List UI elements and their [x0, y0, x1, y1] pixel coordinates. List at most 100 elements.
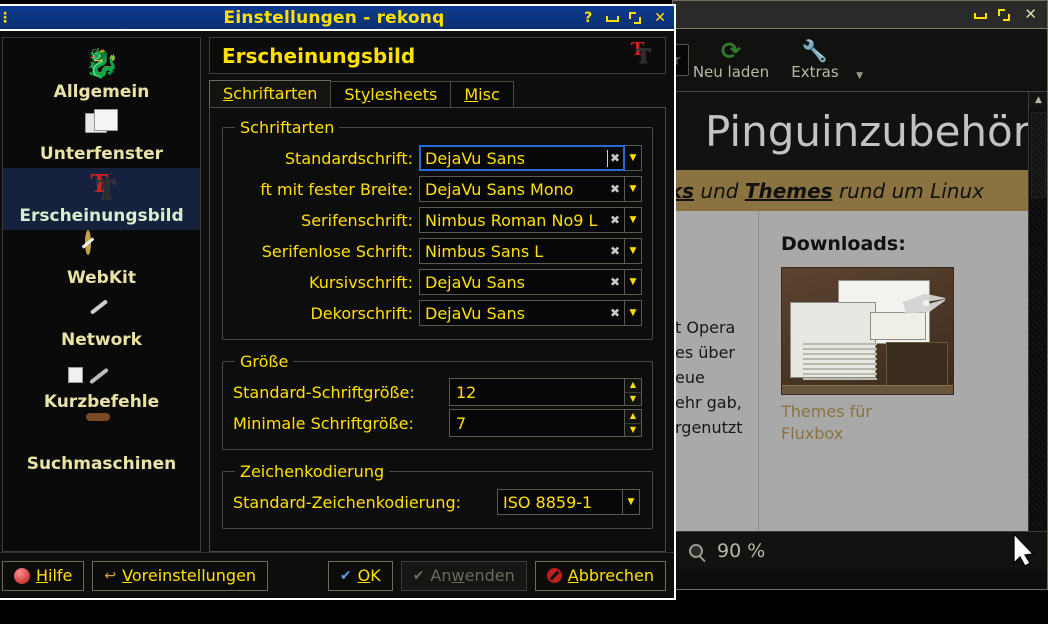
cancel-label-rest: bbrechen [578, 566, 654, 585]
sidebar-item-allgemein[interactable]: 🐉 Allgemein [3, 44, 200, 106]
dekorschrift-combo[interactable]: DejaVu Sans ✖ ▼ [419, 300, 642, 326]
settings-panel: Erscheinungsbild T T Schriftarten Styles… [209, 37, 666, 552]
theme-screenshot-thumbnail[interactable]: ✒ [781, 267, 954, 395]
clear-icon[interactable]: ✖ [610, 214, 620, 226]
browser-minimize-icon[interactable] [973, 9, 988, 20]
standard-schriftgroesse-value[interactable]: 12 [449, 378, 625, 406]
festbreitenschrift-input[interactable]: DejaVu Sans Mono ✖ [419, 176, 625, 202]
browser-statusbar: 90 % [673, 531, 1047, 569]
row-festbreitenschrift: ft mit fester Breite: DejaVu Sans Mono ✖… [233, 174, 642, 204]
dialog-close-icon[interactable]: ✕ [654, 11, 666, 25]
browser-toolbar: ★ ⟳ Neu laden 🔧 Extras ▼ [537, 29, 1047, 91]
magnifier-icon[interactable] [689, 543, 703, 558]
festbreitenschrift-combo[interactable]: DejaVu Sans Mono ✖ ▼ [419, 176, 642, 202]
dialog-body: 🐉 Allgemein Unterfenster TT Erscheinungs… [0, 31, 674, 552]
tab-stylesheets[interactable]: Stylesheets [330, 81, 452, 108]
help-button[interactable]: Hilfe [2, 560, 85, 591]
standard-zeichenkodierung-label: Standard-Zeichenkodierung: [233, 492, 462, 512]
serifenlose-schrift-input[interactable]: Nimbus Sans L ✖ [419, 238, 625, 264]
fonts-group: Schriftarten Standardschrift: DejaVu San… [222, 118, 653, 340]
chevron-down-icon[interactable]: ▼ [625, 300, 642, 326]
stepper-up-icon[interactable]: ▲ [625, 379, 641, 393]
tab-misc[interactable]: Misc [450, 81, 514, 108]
tagline-link-tricks[interactable]: cks [673, 179, 694, 203]
dialog-maximize-icon[interactable] [629, 11, 642, 24]
stepper-down-icon[interactable]: ▼ [625, 392, 641, 405]
size-group: Größe Standard-Schriftgröße: 12 ▲ ▼ Mini… [222, 352, 653, 450]
sidebar-item-erscheinungsbild[interactable]: TT Erscheinungsbild [3, 168, 200, 230]
dekorschrift-value: DejaVu Sans [425, 303, 525, 323]
clear-icon[interactable]: ✖ [610, 152, 620, 164]
page-tagline: cks und Themes rund um Linux [673, 179, 984, 203]
ok-label-rest: K [370, 566, 381, 585]
extras-button[interactable]: 🔧 Extras ▼ [773, 40, 863, 81]
stepper-up-icon[interactable]: ▲ [625, 410, 641, 424]
clear-icon[interactable]: ✖ [610, 245, 620, 257]
sidebar-item-webkit[interactable]: WebKit [3, 230, 200, 292]
serifenlose-schrift-combo[interactable]: Nimbus Sans L ✖ ▼ [419, 238, 642, 264]
extras-label: Extras [791, 62, 839, 81]
window-menu-icon[interactable]: ⋮ [0, 10, 12, 26]
standardschrift-combo[interactable]: DejaVu Sans ✖ ▼ [419, 145, 642, 171]
row-standardschrift: Standardschrift: DejaVu Sans ✖ ▼ [233, 143, 642, 173]
chevron-down-icon[interactable]: ▼ [625, 269, 642, 295]
standardschrift-input[interactable]: DejaVu Sans ✖ [419, 145, 625, 171]
scroll-up-icon[interactable]: ▲ [1029, 92, 1047, 109]
dekorschrift-label: Dekorschrift: [310, 303, 413, 323]
sidebar-item-kurzbefehle[interactable]: Kurzbefehle [3, 354, 200, 416]
sidebar-item-label: Erscheinungsbild [19, 206, 184, 226]
defaults-button[interactable]: ↩ Voreinstellungen [92, 560, 269, 591]
standard-zeichenkodierung-value: ISO 8859-1 [503, 492, 593, 512]
dialog-minimize-icon[interactable] [605, 12, 620, 23]
sidebar-item-label: Unterfenster [39, 144, 164, 164]
dialog-titlebar[interactable]: ⋮ Einstellungen - rekonq ? ✕ [0, 6, 674, 31]
sidebar-item-network[interactable]: Network [3, 292, 200, 354]
chevron-down-icon[interactable]: ▼ [623, 489, 640, 515]
minimale-schriftgroesse-value[interactable]: 7 [449, 409, 625, 437]
page-tagline-band: cks und Themes rund um Linux [673, 170, 1047, 211]
chevron-down-icon[interactable]: ▼ [625, 145, 642, 171]
cancel-button[interactable]: Abbrechen [534, 560, 666, 591]
tagline-link-themes[interactable]: Themes [745, 179, 833, 203]
tab-schriftarten[interactable]: Schriftarten [209, 80, 332, 108]
chevron-down-icon[interactable]: ▼ [856, 71, 863, 81]
reload-icon: ⟳ [720, 36, 742, 65]
left-text-line: t Opera [675, 318, 736, 337]
left-text-line: ehr gab, [675, 393, 742, 412]
standard-schriftgroesse-stepper[interactable]: 12 ▲ ▼ [449, 378, 642, 406]
row-serifenlose-schrift: Serifenlose Schrift: Nimbus Sans L ✖ ▼ [233, 236, 642, 266]
dialog-help-button[interactable]: ? [584, 11, 592, 25]
clear-icon[interactable]: ✖ [610, 307, 620, 319]
apply-label-rest: enden [464, 566, 515, 585]
serifenschrift-input[interactable]: Nimbus Roman No9 L ✖ [419, 207, 625, 233]
chevron-down-icon[interactable]: ▼ [625, 238, 642, 264]
kursivschrift-label: Kursivschrift: [309, 272, 413, 292]
sidebar-item-unterfenster[interactable]: Unterfenster [3, 106, 200, 168]
scrollbar-thumb[interactable] [1031, 112, 1046, 198]
browser-window: ✕ ★ ⟳ Neu laden 🔧 Extras ▼ Pinguinzubehö… [537, 0, 1048, 590]
ok-button[interactable]: ✔ OK [327, 560, 393, 591]
clear-icon[interactable]: ✖ [610, 276, 620, 288]
left-text-line: rgenutzt [675, 418, 743, 437]
browser-restore-icon[interactable] [998, 8, 1011, 21]
dekorschrift-input[interactable]: DejaVu Sans ✖ [419, 300, 625, 326]
page-right-column: Downloads: ✒ Themes für Fluxbox [759, 211, 1047, 531]
page-scrollbar[interactable]: ▲ [1028, 92, 1047, 531]
kursivschrift-combo[interactable]: DejaVu Sans ✖ ▼ [419, 269, 642, 295]
clear-icon[interactable]: ✖ [610, 183, 620, 195]
row-dekorschrift: Dekorschrift: DejaVu Sans ✖ ▼ [233, 298, 642, 328]
reload-button[interactable]: ⟳ Neu laden [689, 36, 773, 81]
chevron-down-icon[interactable]: ▼ [625, 207, 642, 233]
serifenschrift-combo[interactable]: Nimbus Roman No9 L ✖ ▼ [419, 207, 642, 233]
tagline-suffix: rund um Linux [832, 178, 984, 203]
chevron-down-icon[interactable]: ▼ [625, 176, 642, 202]
standard-zeichenkodierung-select[interactable]: ISO 8859-1 ▼ [497, 489, 640, 515]
tagline-mid: und [694, 178, 745, 203]
check-icon: ✔ [339, 567, 352, 584]
kursivschrift-input[interactable]: DejaVu Sans ✖ [419, 269, 625, 295]
browser-close-icon[interactable]: ✕ [1024, 7, 1037, 22]
sidebar-item-suchmaschinen[interactable]: Suchmaschinen [3, 416, 200, 478]
thumbnail-caption[interactable]: Themes für Fluxbox [781, 401, 1047, 445]
stepper-down-icon[interactable]: ▼ [625, 423, 641, 436]
minimale-schriftgroesse-stepper[interactable]: 7 ▲ ▼ [449, 409, 642, 437]
